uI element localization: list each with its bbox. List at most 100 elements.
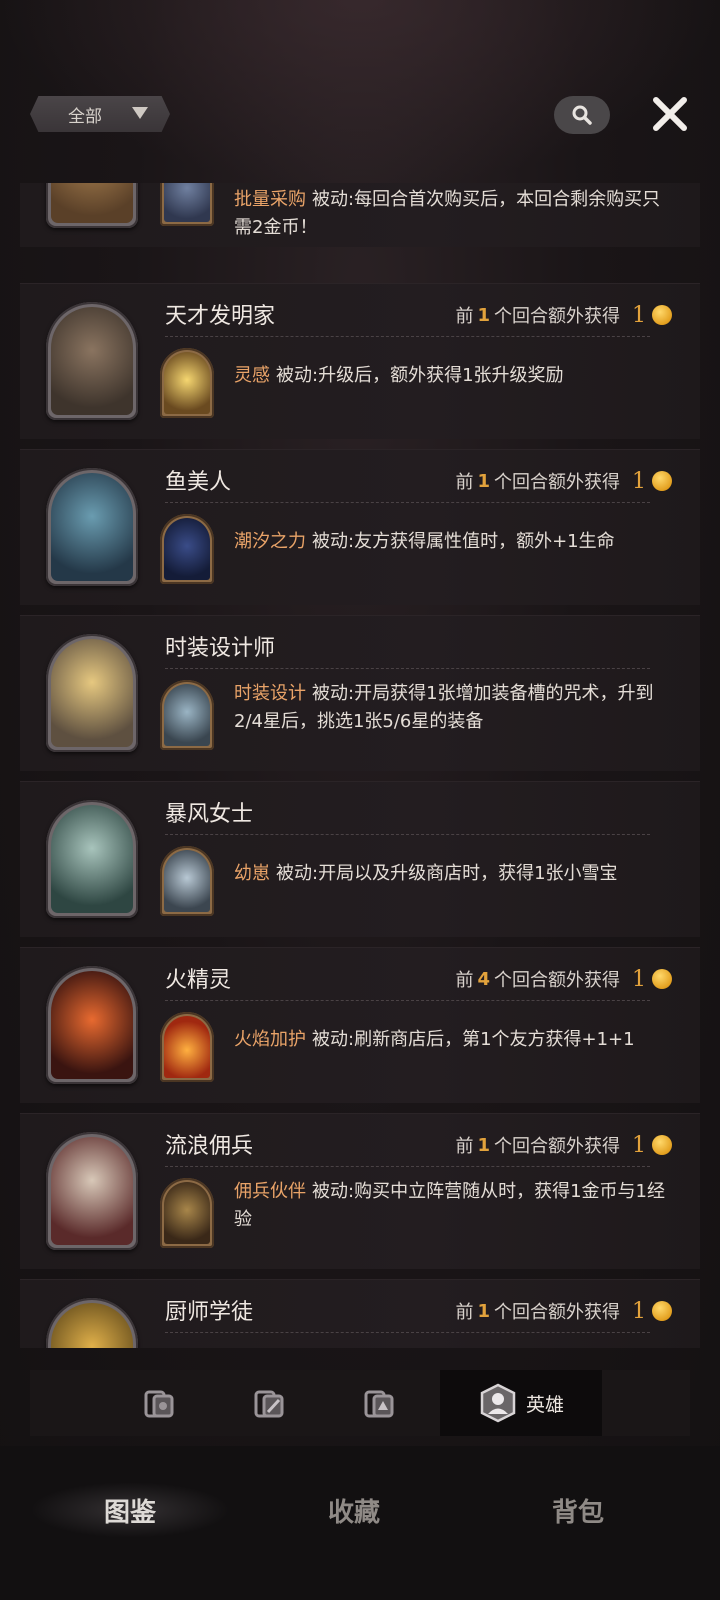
hero-name: 鱼美人 — [165, 470, 232, 495]
hero-name: 时装设计师 — [165, 636, 276, 661]
bonus-suffix: 个回合额外获得 — [494, 1136, 620, 1157]
hero-portrait — [46, 302, 138, 420]
hero-name: 厨师学徒 — [165, 1300, 254, 1325]
divider — [165, 834, 650, 835]
gold-coin-icon — [652, 969, 672, 989]
category-tabs: 英雄 — [30, 1370, 690, 1436]
skill-name: 批量采购 — [234, 189, 306, 210]
hero-card[interactable]: 暴风女士 幼崽 被动:开局以及升级商店时，获得1张小雪宝 — [20, 781, 700, 937]
filter-label: 全部 — [68, 106, 102, 127]
bonus-amount: 1 — [632, 1132, 646, 1158]
sword-card-icon — [254, 1390, 284, 1418]
skill-icon — [160, 680, 214, 750]
hero-portrait — [46, 468, 138, 586]
skill-description: 幼崽 被动:开局以及升级商店时，获得1张小雪宝 — [234, 860, 674, 888]
spell-card-icon — [364, 1390, 394, 1418]
search-icon — [572, 105, 592, 125]
skill-desc: 被动:开局以及升级商店时，获得1张小雪宝 — [276, 863, 618, 884]
divider — [165, 336, 650, 337]
skill-name: 灵感 — [234, 365, 270, 386]
bonus-rounds: 1 — [477, 1134, 490, 1156]
skill-icon — [160, 348, 214, 418]
skill-description: 潮汐之力 被动:友方获得属性值时，额外+1生命 — [234, 528, 674, 556]
close-icon — [653, 97, 687, 131]
bonus-rounds: 1 — [477, 304, 490, 326]
skill-name: 潮汐之力 — [234, 531, 306, 552]
skill-description: 火焰加护 被动:刷新商店后，第1个友方获得+1+1 — [234, 1026, 674, 1054]
bonus-suffix: 个回合额外获得 — [494, 1302, 620, 1323]
card-stack-icon — [144, 1390, 174, 1418]
bonus-amount: 1 — [632, 302, 646, 328]
gold-coin-icon — [652, 471, 672, 491]
divider — [165, 1332, 650, 1333]
gold-coin-icon — [652, 1135, 672, 1155]
hero-portrait — [46, 966, 138, 1084]
hero-card[interactable]: 天才发明家 前 1 个回合额外获得 1 灵感 被动:升级后，额外获得1张升级奖励 — [20, 283, 700, 439]
hero-card[interactable]: 厨师学徒 前 1 个回合额外获得 1 — [20, 1279, 700, 1348]
gold-coin-icon — [652, 1301, 672, 1321]
skill-name: 佣兵伙伴 — [234, 1181, 306, 1202]
skill-name: 火焰加护 — [234, 1029, 306, 1050]
hero-portrait — [46, 1132, 138, 1250]
hero-portrait — [46, 1298, 138, 1348]
skill-description: 时装设计 被动:开局获得1张增加装备槽的咒术，升到2/4星后，挑选1张5/6星的装… — [234, 680, 674, 736]
skill-description: 佣兵伙伴 被动:购买中立阵营随从时，获得1金币与1经验 — [234, 1178, 674, 1234]
search-button[interactable] — [554, 96, 610, 134]
bonus-prefix: 前 — [455, 306, 474, 327]
tab-minions[interactable] — [104, 1370, 214, 1436]
skill-description: 灵感 被动:升级后，额外获得1张升级奖励 — [234, 362, 674, 390]
divider — [165, 1166, 650, 1167]
top-background-decoration — [0, 0, 720, 190]
filter-dropdown[interactable]: 全部 — [30, 96, 170, 132]
gold-coin-icon — [652, 305, 672, 325]
tab-heroes-label: 英雄 — [525, 1393, 564, 1416]
skill-description: 批量采购 被动:每回合首次购买后，本回合剩余购买只需2金币！ — [234, 186, 674, 242]
skill-icon — [160, 1178, 214, 1248]
hero-name: 流浪佣兵 — [165, 1134, 254, 1159]
bonus-amount: 1 — [632, 1298, 646, 1324]
tab-heroes[interactable]: 英雄 — [440, 1370, 602, 1436]
skill-name: 幼崽 — [234, 863, 270, 884]
hero-portrait — [46, 183, 138, 228]
round-bonus: 前 1 个回合额外获得 1 — [455, 1132, 672, 1158]
hero-name: 天才发明家 — [165, 304, 276, 329]
nav-collection[interactable]: 收藏 — [254, 1482, 454, 1538]
skill-icon — [160, 514, 214, 584]
hero-portrait — [46, 634, 138, 752]
bonus-prefix: 前 — [455, 472, 474, 493]
tab-equipment[interactable] — [214, 1370, 324, 1436]
skill-icon — [160, 1012, 214, 1082]
bonus-amount: 1 — [632, 468, 646, 494]
hero-card[interactable]: 鱼美人 前 1 个回合额外获得 1 潮汐之力 被动:友方获得属性值时，额外+1生命 — [20, 449, 700, 605]
skill-icon — [160, 183, 214, 226]
hero-card[interactable]: 时装设计师 时装设计 被动:开局获得1张增加装备槽的咒术，升到2/4星后，挑选1张… — [20, 615, 700, 771]
bonus-amount: 1 — [632, 966, 646, 992]
bonus-rounds: 1 — [477, 470, 490, 492]
hero-list[interactable]: 批量采购 被动:每回合首次购买后，本回合剩余购买只需2金币！ 天才发明家 前 1 个回… — [20, 183, 700, 1348]
round-bonus: 前 1 个回合额外获得 1 — [455, 1298, 672, 1324]
bonus-suffix: 个回合额外获得 — [494, 970, 620, 991]
skill-name: 时装设计 — [234, 683, 306, 704]
nav-codex[interactable]: 图鉴 — [30, 1482, 230, 1538]
hero-card[interactable]: 批量采购 被动:每回合首次购买后，本回合剩余购买只需2金币！ — [20, 183, 700, 247]
nav-backpack[interactable]: 背包 — [478, 1482, 678, 1538]
bonus-prefix: 前 — [455, 1302, 474, 1323]
divider — [165, 502, 650, 503]
tab-spells[interactable] — [324, 1370, 434, 1436]
hero-card[interactable]: 流浪佣兵 前 1 个回合额外获得 1 佣兵伙伴 被动:购买中立阵营随从时，获得1金币与1… — [20, 1113, 700, 1269]
close-button[interactable] — [648, 92, 692, 136]
chevron-down-icon — [132, 107, 148, 119]
hero-name: 暴风女士 — [165, 802, 254, 827]
hero-name: 火精灵 — [165, 968, 232, 993]
skill-desc: 被动:友方获得属性值时，额外+1生命 — [312, 531, 615, 552]
hero-portrait-icon — [480, 1383, 516, 1423]
skill-icon — [160, 846, 214, 916]
round-bonus: 前 4 个回合额外获得 1 — [455, 966, 672, 992]
bonus-rounds: 1 — [477, 1300, 490, 1322]
round-bonus: 前 1 个回合额外获得 1 — [455, 468, 672, 494]
hero-card[interactable]: 火精灵 前 4 个回合额外获得 1 火焰加护 被动:刷新商店后，第1个友方获得+1+1 — [20, 947, 700, 1103]
bonus-prefix: 前 — [455, 1136, 474, 1157]
bottom-navigation: 图鉴 收藏 背包 — [0, 1446, 720, 1600]
bonus-rounds: 4 — [477, 968, 490, 990]
divider — [165, 1000, 650, 1001]
